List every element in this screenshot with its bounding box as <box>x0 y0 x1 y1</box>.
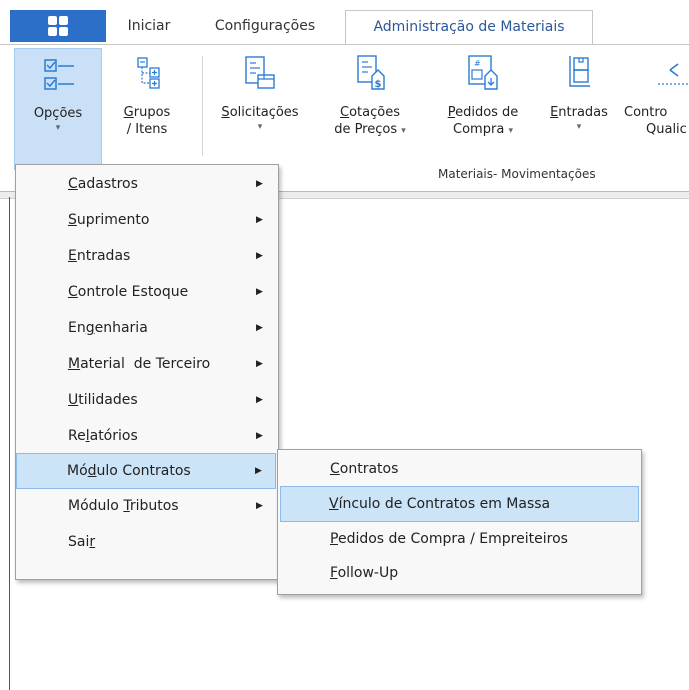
chevron-right-icon: ▶ <box>256 287 263 297</box>
submenu-item-contratos[interactable]: Contratos <box>280 452 637 486</box>
chevron-right-icon: ▶ <box>256 359 263 369</box>
controle-label: Contro <box>624 105 668 120</box>
ribbon-tab-bar: Iniciar Configurações Administração de M… <box>0 0 689 45</box>
svg-text:#: # <box>474 59 481 68</box>
itens-label: / Itens <box>126 122 168 137</box>
chevron-right-icon: ▶ <box>255 466 262 476</box>
chevron-right-icon: ▶ <box>256 215 263 225</box>
menu-item-suprimento[interactable]: Suprimento ▶ <box>18 203 274 237</box>
apps-grid-icon <box>48 16 68 36</box>
menu-item-label: Entradas <box>68 248 131 264</box>
price-quote-icon: $ <box>357 55 385 90</box>
entradas-button[interactable]: Entradas ▾ <box>544 48 614 168</box>
menu-item-label: Engenharia <box>68 320 148 336</box>
svg-text:$: $ <box>375 79 382 90</box>
inventory-cart-icon <box>569 56 590 87</box>
submenu-item-pedidos-de-compra-empreiteiros[interactable]: Pedidos de Compra / Empreiteiros <box>280 522 637 556</box>
controle-qualidade-button[interactable]: Contro Qualic <box>624 48 689 168</box>
menu-item-label: Suprimento <box>68 212 150 228</box>
cotacoes-de-precos-button[interactable]: $ Cotações de Preços ▾ <box>322 48 418 168</box>
purchase-order-icon: # <box>468 55 498 90</box>
tab-configuracoes[interactable]: Configurações <box>200 10 330 42</box>
menu-item-sair[interactable]: Sair <box>18 525 274 559</box>
menu-item-label: Utilidades <box>68 392 138 408</box>
compra-label: Compra ▾ <box>453 122 513 137</box>
menu-item-utilidades[interactable]: Utilidades ▶ <box>18 383 274 417</box>
submenu-item-label: Contratos <box>330 461 399 477</box>
content-border <box>9 197 10 690</box>
submenu-item-label: Pedidos de Compra / Empreiteiros <box>330 531 568 547</box>
opcoes-button[interactable]: Opções ▾ <box>14 48 102 170</box>
grupos-itens-button[interactable]: Grupos / Itens <box>112 48 182 168</box>
chevron-down-icon: ▾ <box>55 123 61 133</box>
pedidos-de-compra-button[interactable]: # Pedidos de Compra ▾ <box>434 48 532 168</box>
chevron-right-icon: ▶ <box>256 431 263 441</box>
menu-item-engenharia[interactable]: Engenharia ▶ <box>18 311 274 345</box>
ribbon-separator <box>202 56 203 156</box>
submenu-item-vinculo-de-contratos-em-massa[interactable]: Vínculo de Contratos em Massa <box>280 486 639 522</box>
submenu-item-label: Follow-Up <box>330 565 399 581</box>
grupos-label: Grupos <box>123 105 171 120</box>
entradas-label: Entradas <box>550 105 608 120</box>
chevron-right-icon: ▶ <box>256 501 263 511</box>
tree-hierarchy-icon <box>137 57 160 89</box>
opcoes-label: Opções <box>33 106 83 121</box>
request-document-icon <box>245 56 275 89</box>
menu-item-material-de-terceiro[interactable]: Material de Terceiro ▶ <box>18 347 274 381</box>
app-menu-button[interactable] <box>10 10 106 42</box>
opcoes-menu: Cadastros ▶ Suprimento ▶ Entradas ▶ Cont… <box>15 164 279 580</box>
menu-item-modulo-contratos[interactable]: Módulo Contratos ▶ <box>16 453 276 489</box>
menu-item-controle-estoque[interactable]: Controle Estoque ▶ <box>18 275 274 309</box>
menu-item-relatorios[interactable]: Relatórios ▶ <box>18 419 274 453</box>
menu-item-label: Sair <box>68 534 96 550</box>
menu-item-cadastros[interactable]: Cadastros ▶ <box>18 167 274 201</box>
menu-item-label: Relatórios <box>68 428 138 444</box>
submenu-item-follow-up[interactable]: Follow-Up <box>280 556 637 590</box>
pedidos-de-label: Pedidos de <box>447 105 519 120</box>
cotacoes-label: Cotações <box>340 105 400 120</box>
tab-iniciar[interactable]: Iniciar <box>114 10 184 42</box>
menu-item-entradas[interactable]: Entradas ▶ <box>18 239 274 273</box>
submenu-item-label: Vínculo de Contratos em Massa <box>329 496 551 512</box>
chevron-right-icon: ▶ <box>256 251 263 261</box>
menu-item-modulo-tributos[interactable]: Módulo Tributos ▶ <box>18 489 274 523</box>
menu-item-label: Módulo Tributos <box>68 498 179 514</box>
modulo-contratos-submenu: Contratos Vínculo de Contratos em Massa … <box>277 449 642 595</box>
chevron-down-icon: ▾ <box>257 122 263 132</box>
menu-item-label: Módulo Contratos <box>67 463 191 479</box>
chevron-right-icon: ▶ <box>256 323 263 333</box>
qualidade-label: Qualic <box>646 122 687 137</box>
ribbon-group-label: Materiais- Movimentações <box>438 167 596 181</box>
de-precos-label: de Preços ▾ <box>334 122 406 137</box>
solicitacoes-label: Solicitações <box>221 105 299 120</box>
chevron-right-icon: ▶ <box>256 179 263 189</box>
options-checklist-icon <box>44 59 74 90</box>
chevron-down-icon: ▾ <box>576 122 582 132</box>
menu-item-label: Cadastros <box>68 176 138 192</box>
quality-check-icon <box>658 63 688 85</box>
menu-item-label: Controle Estoque <box>68 284 189 300</box>
chevron-right-icon: ▶ <box>256 395 263 405</box>
menu-item-label: Material de Terceiro <box>68 356 211 372</box>
tab-administracao-de-materiais[interactable]: Administração de Materiais <box>345 10 593 45</box>
solicitacoes-button[interactable]: Solicitações ▾ <box>212 48 308 168</box>
